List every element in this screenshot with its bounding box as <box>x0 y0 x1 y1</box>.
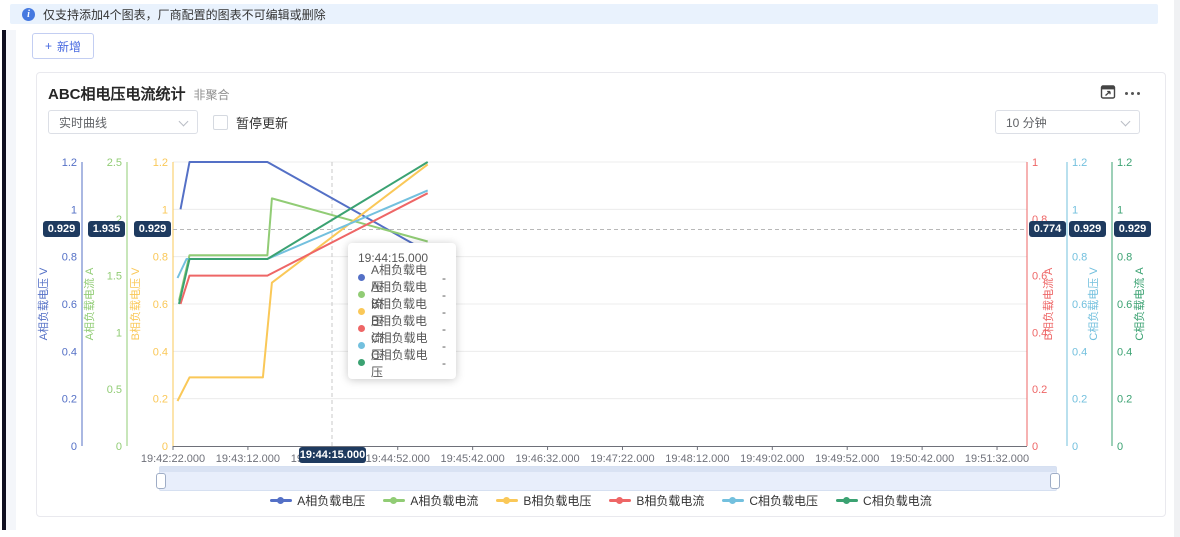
time-range-value: 10 分钟 <box>1006 114 1047 131</box>
slider-handle-right[interactable] <box>1050 473 1060 489</box>
tooltip-rows: A相负载电压-A相负载电流-B相负载电压-B相负载电流-C相负载电压-C相负载电… <box>358 269 446 371</box>
legend-label: B相负载电流 <box>636 492 704 509</box>
tooltip-series-value: - <box>442 305 446 319</box>
chart-legend: A相负载电压 A相负载电流 B相负载电压 B相负载电流 C相负载电压 C相负载电流 <box>36 492 1166 509</box>
curve-type-select[interactable]: 实时曲线 <box>48 110 198 134</box>
legend-item[interactable]: B相负载电流 <box>609 492 704 509</box>
info-banner: i 仅支持添加4个图表，厂商配置的图表不可编辑或删除 <box>10 4 1158 24</box>
aggregation-tag: 非聚合 <box>194 86 230 103</box>
open-in-window-icon[interactable] <box>1100 84 1116 100</box>
data-zoom-slider[interactable] <box>159 466 1057 491</box>
info-icon: i <box>22 8 35 21</box>
series-dot-icon <box>358 325 365 332</box>
legend-label: B相负载电压 <box>523 492 591 509</box>
tooltip-series-value: - <box>442 271 446 285</box>
chart-tooltip: 19:44:15.000 A相负载电压-A相负载电流-B相负载电压-B相负载电流… <box>348 243 456 379</box>
scrollbar-track[interactable] <box>1174 0 1180 537</box>
tooltip-row: C相负载电压- <box>358 354 446 371</box>
legend-label: A相负载电压 <box>297 492 365 509</box>
tooltip-series-value: - <box>442 339 446 353</box>
more-menu-icon[interactable] <box>1125 88 1147 98</box>
legend-item[interactable]: C相负载电流 <box>836 492 932 509</box>
pause-update-label: 暂停更新 <box>236 113 288 132</box>
page: i 仅支持添加4个图表，厂商配置的图表不可编辑或删除 + 新增 ABC相电压电流… <box>0 0 1180 537</box>
plus-icon: + <box>45 39 52 53</box>
legend-item[interactable]: A相负载电流 <box>383 492 478 509</box>
add-chart-button[interactable]: + 新增 <box>32 33 94 59</box>
time-range-select[interactable]: 10 分钟 <box>995 110 1140 134</box>
slider-handle-left[interactable] <box>156 473 166 489</box>
axis-pointer-value-badge: 0.929 <box>43 221 80 237</box>
axis-pointer-value-badge: 0.929 <box>134 221 171 237</box>
slider-top-strip <box>160 467 1056 472</box>
legend-item[interactable]: B相负载电压 <box>496 492 591 509</box>
axis-pointer-value-badge: 1.935 <box>88 221 125 237</box>
axis-pointer-value-badge: 0.774 <box>1029 221 1066 237</box>
legend-item[interactable]: A相负载电压 <box>270 492 365 509</box>
axis-pointer-value-badge: 0.929 <box>1069 221 1106 237</box>
legend-line-dot-icon <box>270 499 292 502</box>
chart-card <box>36 72 1166 517</box>
legend-item[interactable]: C相负载电压 <box>722 492 818 509</box>
chevron-down-icon <box>179 117 189 127</box>
series-dot-icon <box>358 359 365 366</box>
checkbox-box <box>213 115 228 130</box>
chart-card-header: ABC相电压电流统计 非聚合 <box>48 83 230 104</box>
add-chart-label: 新增 <box>57 38 81 55</box>
curve-type-value: 实时曲线 <box>59 114 107 131</box>
banner-text: 仅支持添加4个图表，厂商配置的图表不可编辑或删除 <box>43 6 326 23</box>
legend-line-dot-icon <box>722 499 744 502</box>
chevron-down-icon <box>1121 117 1131 127</box>
legend-line-dot-icon <box>609 499 631 502</box>
legend-line-dot-icon <box>383 499 405 502</box>
legend-label: A相负载电流 <box>410 492 478 509</box>
series-dot-icon <box>358 274 365 281</box>
axis-pointer-value-badge: 0.929 <box>1114 221 1151 237</box>
tooltip-series-value: - <box>442 322 446 336</box>
series-dot-icon <box>358 342 365 349</box>
pause-update-checkbox[interactable]: 暂停更新 <box>213 112 288 132</box>
series-dot-icon <box>358 308 365 315</box>
legend-line-dot-icon <box>496 499 518 502</box>
page-gutter <box>6 30 16 530</box>
tooltip-series-label: C相负载电压 <box>371 346 436 380</box>
tooltip-series-value: - <box>442 356 446 370</box>
legend-line-dot-icon <box>836 499 858 502</box>
legend-label: C相负载电压 <box>749 492 818 509</box>
tooltip-series-value: - <box>442 288 446 302</box>
series-dot-icon <box>358 291 365 298</box>
chart-title: ABC相电压电流统计 <box>48 83 186 104</box>
x-axis-pointer-label: 19:44:15.000 <box>299 447 366 463</box>
legend-label: C相负载电流 <box>863 492 932 509</box>
